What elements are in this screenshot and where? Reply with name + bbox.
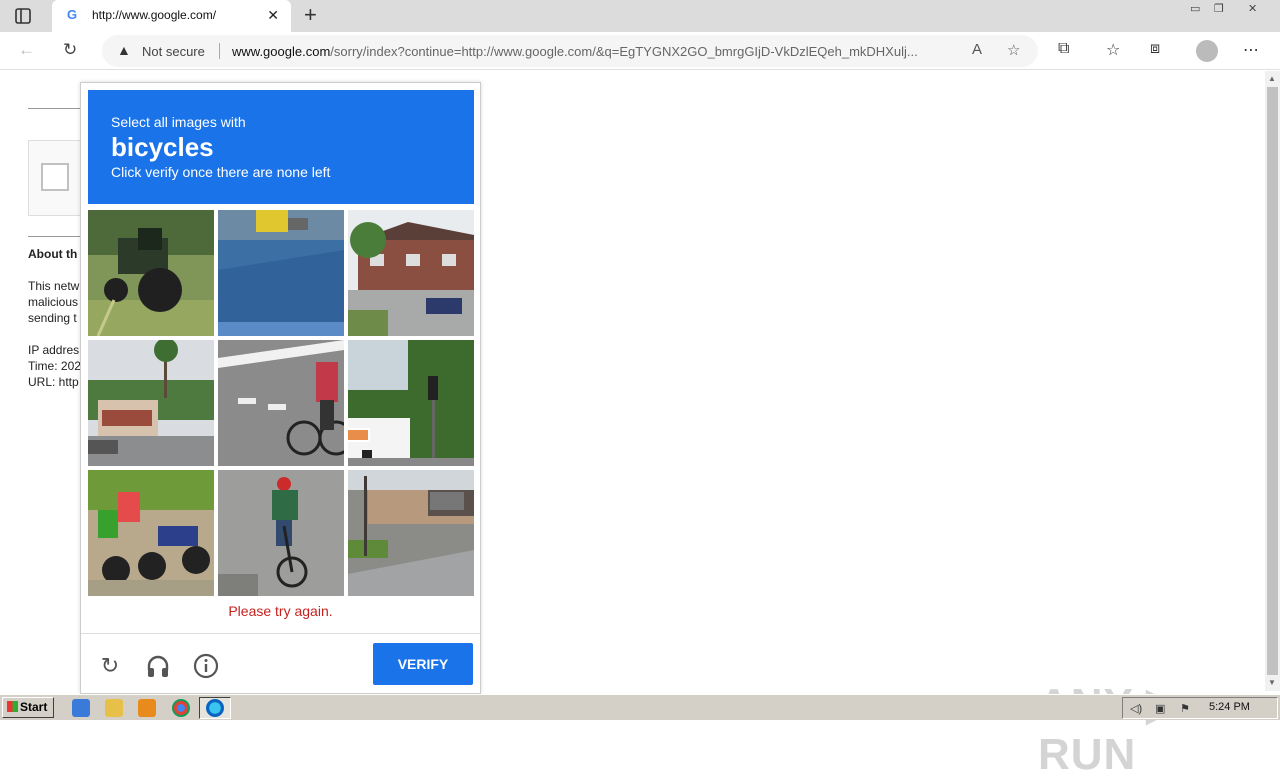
browser-tab[interactable]: G http://www.google.com/ ✕ — [52, 0, 291, 32]
warning-icon[interactable]: ▲ — [117, 42, 131, 58]
about-heading: About th — [28, 247, 78, 261]
url-path: /sorry/index?continue=http://www.google.… — [330, 44, 918, 59]
scroll-thumb[interactable] — [1267, 87, 1278, 675]
edge-taskbar-button[interactable] — [199, 697, 231, 719]
start-button[interactable]: Start — [2, 697, 54, 718]
recaptcha-checkbox[interactable] — [41, 163, 69, 191]
extensions-icon[interactable]: ⧉ — [1058, 40, 1069, 58]
about-text-line: malicious — [28, 295, 79, 309]
address-bar[interactable]: ▲ Not secure www.google.com/sorry/index?… — [102, 35, 1038, 67]
challenge-target: bicycles — [111, 132, 214, 162]
flag-icon[interactable]: ⚑ — [1180, 702, 1190, 715]
about-text-line: This netw — [28, 279, 80, 293]
info-line: URL: http — [28, 375, 79, 389]
chrome-icon[interactable] — [172, 699, 190, 717]
verify-button[interactable]: VERIFY — [373, 643, 473, 685]
profile-icon[interactable] — [1196, 40, 1218, 62]
reload-icon[interactable]: ↻ — [63, 40, 77, 60]
url-text[interactable]: www.google.com/sorry/index?continue=http… — [232, 44, 918, 59]
taskbar: Start ◁) ▣ ⚑ 5:24 PM — [0, 694, 1280, 720]
folder-icon[interactable] — [105, 699, 123, 717]
media-player-icon[interactable] — [138, 699, 156, 717]
tab-title: http://www.google.com/ — [92, 8, 217, 22]
footer-divider — [81, 633, 480, 634]
info-line: Time: 202 — [28, 359, 81, 373]
tab-strip: G http://www.google.com/ ✕ + ▭ ❐ ✕ — [0, 0, 1280, 32]
scroll-down-icon[interactable]: ▼ — [1268, 678, 1276, 687]
instruction-bottom: Click verify once there are none left — [111, 164, 331, 180]
image-tile-cyclist-crosswalk[interactable] — [218, 340, 344, 466]
image-tile-wet-road[interactable] — [218, 210, 344, 336]
address-divider — [219, 43, 220, 59]
url-domain: www.google.com — [232, 44, 331, 59]
read-aloud-icon[interactable]: A — [972, 41, 982, 58]
restore-icon[interactable]: ❐ — [1214, 2, 1224, 15]
ie-icon[interactable] — [72, 699, 90, 717]
windows-logo-icon — [7, 701, 18, 712]
edge-icon — [206, 699, 224, 717]
instruction-top: Select all images with — [111, 114, 246, 130]
window-close-icon[interactable]: ✕ — [1248, 2, 1257, 15]
page-content: About th This netw malicious sending t I… — [0, 71, 1265, 779]
image-tile-driveway[interactable] — [348, 470, 474, 596]
recaptcha-challenge: Select all images with bicycles Click ve… — [80, 82, 481, 694]
system-tray — [1122, 697, 1278, 719]
info-icon[interactable] — [193, 653, 219, 679]
image-tile-houses[interactable] — [348, 210, 474, 336]
divider — [28, 108, 88, 109]
google-favicon-icon: G — [67, 7, 78, 22]
image-tile-motorcycles[interactable] — [88, 470, 214, 596]
browser-toolbar: ← ↻ ▲ Not secure www.google.com/sorry/in… — [0, 32, 1280, 70]
favorite-add-icon[interactable]: ☆ — [1007, 41, 1020, 59]
collections-icon[interactable]: ⧈ — [1150, 40, 1160, 58]
minimize-icon[interactable]: ▭ — [1190, 2, 1200, 15]
image-tile-cyclist-street[interactable] — [218, 470, 344, 596]
reload-challenge-icon[interactable]: ↻ — [97, 653, 123, 679]
audio-challenge-icon[interactable] — [145, 653, 171, 679]
image-tile-tractor[interactable] — [88, 210, 214, 336]
more-icon[interactable]: ⋯ — [1243, 40, 1259, 60]
about-text-line: sending t — [28, 311, 77, 325]
image-tile-palm-building[interactable] — [88, 340, 214, 466]
page-scrollbar[interactable]: ▲ ▼ — [1265, 71, 1280, 691]
back-icon[interactable]: ← — [18, 40, 35, 60]
security-label[interactable]: Not secure — [142, 44, 205, 59]
info-line: IP addres — [28, 343, 80, 357]
scroll-up-icon[interactable]: ▲ — [1268, 74, 1276, 83]
divider — [28, 236, 88, 237]
close-icon[interactable]: ✕ — [267, 7, 279, 24]
favorites-icon[interactable]: ☆ — [1106, 40, 1120, 60]
error-message: Please try again. — [228, 603, 333, 619]
sidebar-icon[interactable] — [12, 6, 34, 26]
start-label: Start — [20, 700, 48, 714]
clock: 5:24 PM — [1209, 701, 1250, 713]
network-icon[interactable]: ▣ — [1155, 702, 1165, 715]
image-tile-traffic-light[interactable] — [348, 340, 474, 466]
volume-icon[interactable]: ◁) — [1130, 702, 1142, 715]
plus-icon[interactable]: + — [304, 4, 317, 26]
challenge-header: Select all images with bicycles Click ve… — [88, 90, 474, 204]
